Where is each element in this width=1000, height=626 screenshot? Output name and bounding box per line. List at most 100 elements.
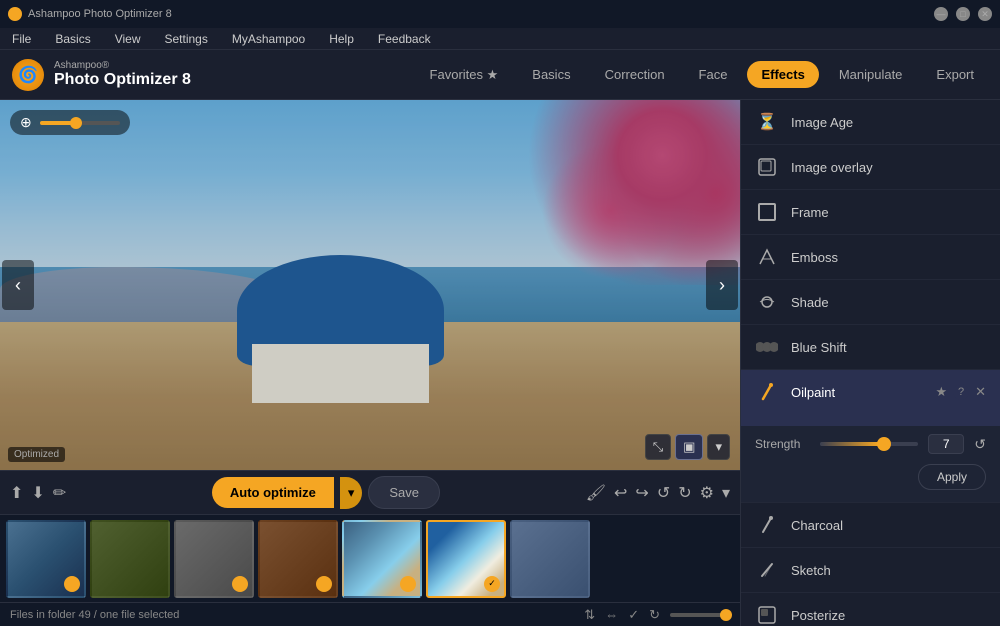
strength-slider[interactable] bbox=[820, 442, 918, 446]
sort-icon[interactable]: ⇅ bbox=[584, 607, 595, 623]
sketch-icon bbox=[755, 558, 779, 582]
close-button[interactable]: ✕ bbox=[978, 7, 992, 21]
menu-file[interactable]: File bbox=[8, 30, 35, 48]
toolbar-center: Auto optimize ▾ Save bbox=[76, 476, 575, 509]
rotate-left-icon[interactable]: ↺ bbox=[657, 483, 670, 503]
app-name-block: Ashampoo® Photo Optimizer 8 bbox=[54, 60, 191, 89]
effect-image-age[interactable]: ⏳ Image Age bbox=[741, 100, 1000, 145]
effect-blue-shift-label: Blue Shift bbox=[791, 340, 986, 355]
apply-row: Apply bbox=[755, 464, 986, 490]
prev-image-button[interactable]: ‹ bbox=[2, 260, 34, 310]
oilpaint-label: Oilpaint bbox=[791, 385, 835, 400]
effect-oilpaint[interactable]: Oilpaint ★ ? ✕ Strength 7 ↺ bbox=[741, 370, 1000, 503]
settings-icon[interactable]: ⚙ bbox=[700, 483, 714, 503]
image-area: Optimized ⊕ ‹ › ⤡ ▣ ▾ bbox=[0, 100, 740, 470]
filmstrip-thumb-1[interactable] bbox=[6, 520, 86, 598]
app-name-top: Ashampoo® bbox=[54, 60, 191, 71]
minimize-button[interactable]: — bbox=[934, 7, 948, 21]
app-icon: 🌀 bbox=[12, 59, 44, 91]
emboss-icon bbox=[755, 245, 779, 269]
optimized-badge: Optimized bbox=[8, 447, 65, 462]
effect-emboss[interactable]: Emboss bbox=[741, 235, 1000, 280]
effect-posterize-label: Posterize bbox=[791, 608, 986, 623]
tab-face[interactable]: Face bbox=[685, 61, 742, 88]
filmstrip-badge-1 bbox=[64, 576, 80, 592]
effect-shade-label: Shade bbox=[791, 295, 986, 310]
zoom-slider[interactable] bbox=[40, 121, 120, 125]
image-age-icon: ⏳ bbox=[755, 110, 779, 134]
window-controls[interactable]: — □ ✕ bbox=[934, 7, 992, 21]
filmstrip-thumb-3[interactable] bbox=[174, 520, 254, 598]
effect-image-overlay[interactable]: Image overlay bbox=[741, 145, 1000, 190]
tab-effects[interactable]: Effects bbox=[747, 61, 818, 88]
app-name-main: Photo Optimizer 8 bbox=[54, 71, 191, 89]
effect-sketch[interactable]: Sketch bbox=[741, 548, 1000, 593]
save-button[interactable]: Save bbox=[368, 476, 440, 509]
apply-button[interactable]: Apply bbox=[918, 464, 986, 490]
oilpaint-favorite-icon[interactable]: ★ bbox=[935, 384, 947, 400]
tab-correction[interactable]: Correction bbox=[591, 61, 679, 88]
maximize-button[interactable]: □ bbox=[956, 7, 970, 21]
filmstrip-badge-4 bbox=[316, 576, 332, 592]
view-options-button[interactable]: ▾ bbox=[707, 434, 730, 460]
filmstrip-thumb-6[interactable]: ✓ bbox=[426, 520, 506, 598]
tab-export[interactable]: Export bbox=[922, 61, 988, 88]
menu-basics[interactable]: Basics bbox=[51, 30, 94, 48]
filmstrip-thumb-5[interactable] bbox=[342, 520, 422, 598]
strength-value[interactable]: 7 bbox=[928, 434, 964, 454]
thumbnail-size-thumb bbox=[720, 609, 732, 621]
redo-icon[interactable]: ↪ bbox=[635, 483, 648, 503]
menu-settings[interactable]: Settings bbox=[160, 30, 211, 48]
effect-frame[interactable]: Frame bbox=[741, 190, 1000, 235]
effect-shade[interactable]: Shade bbox=[741, 280, 1000, 325]
tool-icons-left: ⬆ ⬇ ✏ bbox=[10, 483, 66, 503]
photo-canvas: Optimized bbox=[0, 100, 740, 470]
zoom-icon[interactable]: ⊕ bbox=[20, 114, 32, 131]
grid-icon[interactable]: ⇔ bbox=[605, 607, 618, 622]
split-view-button[interactable]: ▣ bbox=[675, 434, 703, 460]
undo-icon[interactable]: ↩ bbox=[614, 483, 627, 503]
auto-optimize-button[interactable]: Auto optimize bbox=[212, 477, 334, 508]
menu-view[interactable]: View bbox=[111, 30, 145, 48]
export-icon[interactable]: ⬇ bbox=[31, 483, 44, 503]
view-controls: ⤡ ▣ ▾ bbox=[645, 434, 730, 460]
menu-myashampoo[interactable]: MyAshampoo bbox=[228, 30, 309, 48]
filmstrip-thumb-2[interactable] bbox=[90, 520, 170, 598]
filmstrip-thumb-7[interactable] bbox=[510, 520, 590, 598]
menu-help[interactable]: Help bbox=[325, 30, 358, 48]
main-layout: Optimized ⊕ ‹ › ⤡ ▣ ▾ ⬆ bbox=[0, 100, 1000, 626]
posterize-icon bbox=[755, 603, 779, 626]
left-panel: Optimized ⊕ ‹ › ⤡ ▣ ▾ ⬆ bbox=[0, 100, 740, 626]
oilpaint-icon bbox=[755, 380, 779, 404]
effect-blue-shift[interactable]: Blue Shift bbox=[741, 325, 1000, 370]
next-image-button[interactable]: › bbox=[706, 260, 738, 310]
edit-icon[interactable]: ✏ bbox=[53, 483, 66, 503]
tab-favorites[interactable]: Favorites ★ bbox=[416, 61, 513, 89]
nav-tabs: Favorites ★ Basics Correction Face Effec… bbox=[416, 61, 988, 89]
effect-frame-label: Frame bbox=[791, 205, 986, 220]
check-icon[interactable]: ✓ bbox=[628, 607, 639, 623]
thumbnail-size-slider[interactable] bbox=[670, 613, 730, 617]
app-logo-icon bbox=[8, 7, 22, 21]
tab-manipulate[interactable]: Manipulate bbox=[825, 61, 917, 88]
expand-view-button[interactable]: ⤡ bbox=[645, 434, 671, 460]
filmstrip-thumb-4[interactable] bbox=[258, 520, 338, 598]
rotate-right-icon[interactable]: ↻ bbox=[678, 483, 691, 503]
import-icon[interactable]: ⬆ bbox=[10, 483, 23, 503]
strength-reset-icon[interactable]: ↺ bbox=[974, 436, 986, 453]
effect-image-overlay-label: Image overlay bbox=[791, 160, 986, 175]
auto-optimize-dropdown[interactable]: ▾ bbox=[340, 477, 363, 509]
oilpaint-help-icon[interactable]: ? bbox=[953, 384, 969, 400]
menubar: File Basics View Settings MyAshampoo Hel… bbox=[0, 28, 1000, 50]
brush-icon[interactable]: 🖌 bbox=[586, 483, 606, 503]
oilpaint-close-icon[interactable]: ✕ bbox=[975, 384, 986, 400]
tab-basics[interactable]: Basics bbox=[518, 61, 584, 88]
effect-charcoal-label: Charcoal bbox=[791, 518, 986, 533]
more-options-icon[interactable]: ▾ bbox=[722, 483, 730, 503]
menu-feedback[interactable]: Feedback bbox=[374, 30, 435, 48]
refresh-icon[interactable]: ↻ bbox=[649, 607, 660, 623]
effect-charcoal[interactable]: Charcoal bbox=[741, 503, 1000, 548]
titlebar-title: Ashampoo Photo Optimizer 8 bbox=[28, 8, 934, 20]
filmstrip: ✓ bbox=[0, 514, 740, 602]
effect-posterize[interactable]: Posterize bbox=[741, 593, 1000, 626]
